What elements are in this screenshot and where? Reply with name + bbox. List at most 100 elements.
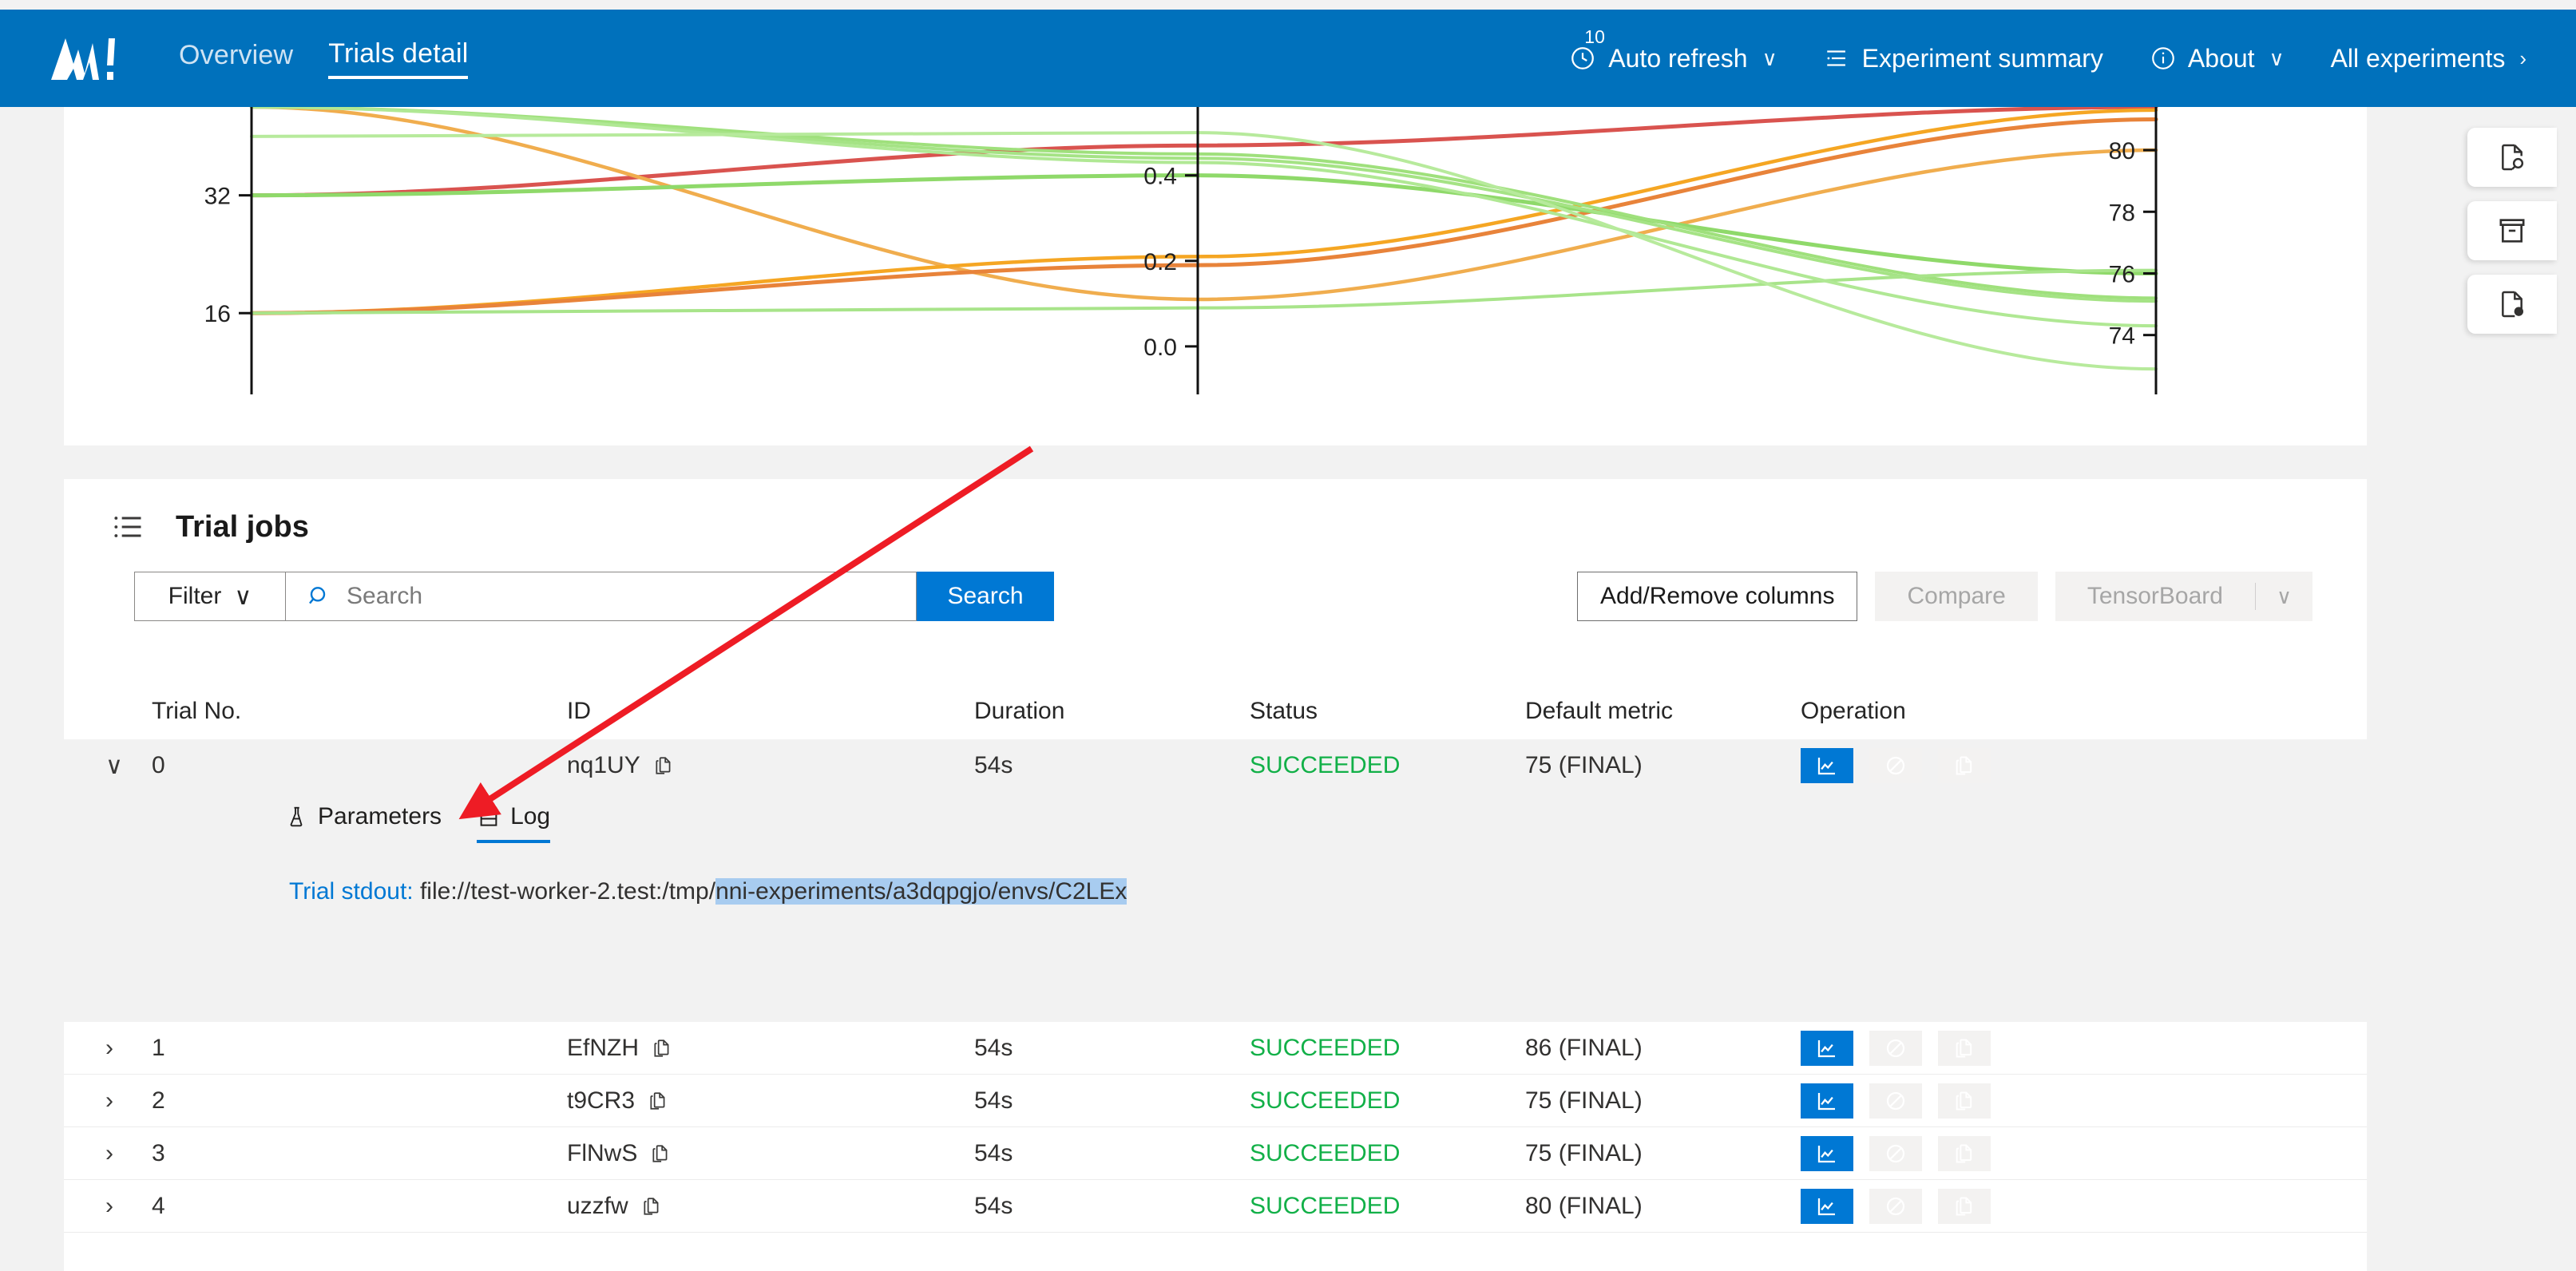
axis-tick-label: 16 [204, 301, 231, 327]
filter-button[interactable]: Filter ∨ [134, 572, 286, 621]
all-experiments-label: All experiments [2330, 43, 2506, 73]
search-box[interactable] [286, 572, 917, 621]
cell-id: t9CR3 [567, 1087, 974, 1115]
auto-refresh-label: Auto refresh [1608, 43, 1748, 73]
axis-tick-label: 80 [2109, 138, 2135, 164]
cell-id: uzzfw [567, 1193, 974, 1220]
cell-duration: 54s [974, 1087, 1013, 1114]
copy-icon[interactable] [641, 1196, 662, 1217]
axis-tick-label: 0.0 [1143, 335, 1177, 361]
chevron-right-icon: › [2519, 46, 2526, 70]
cell-trial-no: 2 [152, 1087, 165, 1114]
nav-link-trials-detail[interactable]: Trials detail [328, 38, 469, 79]
axis-tick-label: 32 [204, 184, 231, 210]
list-bullets-icon [110, 509, 145, 544]
column-header-default-metric[interactable]: Default metric [1525, 698, 1801, 725]
copy-trial-icon [1938, 1083, 1991, 1119]
trial-id-text: nq1UY [567, 752, 640, 778]
column-header-trial-no[interactable]: Trial No. [152, 698, 567, 725]
intermediate-result-icon[interactable] [1801, 1135, 1853, 1171]
filter-label: Filter [168, 583, 222, 609]
cell-operation [1801, 1135, 2248, 1171]
kill-trial-icon [1869, 1188, 1922, 1224]
table-row[interactable]: ∨ 0 nq1UY 54s SUCCEEDED 75 (FINAL) [64, 739, 2367, 792]
app-root: Overview Trials detail 10 Auto refresh ∨ [0, 0, 2576, 1271]
nni-logo[interactable] [50, 34, 129, 83]
copy-trial-icon [1938, 1188, 1991, 1224]
all-experiments-button[interactable]: All experiments › [2331, 44, 2526, 73]
auto-refresh-button[interactable]: 10 Auto refresh ∨ [1568, 26, 1777, 73]
copy-icon[interactable] [652, 1038, 672, 1059]
add-remove-columns-button[interactable]: Add/Remove columns [1577, 572, 1858, 621]
search-icon [307, 584, 332, 609]
table-row[interactable]: › 4 uzzfw 54s SUCCEEDED 80 (FINAL) [64, 1180, 2367, 1233]
tensorboard-button[interactable]: TensorBoard [2055, 572, 2255, 621]
column-header-operation[interactable]: Operation [1801, 698, 2248, 725]
archive-box-icon[interactable] [2467, 201, 2557, 260]
table-row[interactable]: › 2 t9CR3 54s SUCCEEDED 75 (FINAL) [64, 1075, 2367, 1127]
primary-nav: Overview Trials detail [179, 38, 469, 79]
column-header-duration[interactable]: Duration [974, 698, 1250, 725]
chevron-down-icon: ∨ [2269, 46, 2285, 70]
table-row[interactable]: › 3 FlNwS 54s SUCCEEDED 75 (FINAL) [64, 1127, 2367, 1180]
info-icon [2150, 45, 2177, 72]
cell-duration: 54s [974, 752, 1013, 778]
row-expand-toggle[interactable]: › [64, 1087, 152, 1115]
experiment-summary-button[interactable]: Experiment summary [1824, 44, 2103, 73]
nav-link-overview[interactable]: Overview [179, 40, 293, 77]
cell-operation [1801, 748, 2248, 783]
tab-log[interactable]: Log [477, 803, 551, 843]
copy-icon[interactable] [653, 755, 674, 776]
experiment-summary-label: Experiment summary [1861, 43, 2103, 73]
cell-default-metric: 86 (FINAL) [1525, 1034, 1643, 1061]
compare-button[interactable]: Compare [1875, 572, 2038, 621]
about-button[interactable]: About ∨ [2150, 44, 2285, 73]
trial-id-text: uzzfw [567, 1192, 628, 1219]
row-expand-toggle[interactable]: ∨ [64, 752, 152, 780]
cell-id: EfNZH [567, 1035, 974, 1062]
status-badge: SUCCEEDED [1250, 1139, 1401, 1166]
trial-detail-panel: Parameters Log Trial stdout: file://test… [64, 792, 2367, 1022]
document-record-icon[interactable] [2467, 275, 2557, 334]
cell-trial-no: 0 [152, 752, 165, 778]
cell-trial-no: 4 [152, 1192, 165, 1219]
tensorboard-split-button[interactable]: TensorBoard ∨ [2055, 572, 2312, 621]
cell-trial-no: 3 [152, 1139, 165, 1166]
search-button[interactable]: Search [917, 572, 1054, 621]
column-header-status[interactable]: Status [1250, 698, 1525, 725]
trial-stdout-path-selected: nni-experiments/a3dqpgjo/envs/C2LEx [715, 878, 1127, 905]
intermediate-result-icon[interactable] [1801, 1030, 1853, 1066]
trial-id-text: EfNZH [567, 1034, 639, 1061]
secondary-nav: 10 Auto refresh ∨ Experiment summary Abo… [1568, 26, 2526, 73]
copy-icon[interactable] [650, 1143, 671, 1164]
cell-default-metric: 75 (FINAL) [1525, 1139, 1643, 1166]
chart-line-trial-4[interactable] [249, 173, 2158, 275]
axis-tick-label: 0.4 [1143, 164, 1177, 190]
row-expand-toggle[interactable]: › [64, 1140, 152, 1167]
chart-line-trial-2[interactable] [249, 108, 2158, 315]
chevron-down-icon: ∨ [1762, 46, 1777, 70]
copy-icon[interactable] [648, 1091, 668, 1111]
intermediate-result-icon[interactable] [1801, 1083, 1853, 1119]
table-row[interactable]: › 1 EfNZH 54s SUCCEEDED 86 (FINAL) [64, 1022, 2367, 1075]
jobs-toolbar: Filter ∨ Search Add/Remove columns Compa… [64, 544, 2367, 621]
row-expand-toggle[interactable]: › [64, 1035, 152, 1062]
cell-default-metric: 80 (FINAL) [1525, 1192, 1643, 1219]
search-input[interactable] [347, 583, 858, 610]
cell-operation [1801, 1083, 2248, 1119]
list-icon [1824, 45, 1851, 72]
chevron-down-icon[interactable]: ∨ [2256, 584, 2312, 609]
axis-tick-label: 76 [2109, 261, 2135, 287]
row-expand-toggle[interactable]: › [64, 1193, 152, 1220]
tab-parameters[interactable]: Parameters [284, 803, 442, 843]
trial-stdout-link[interactable]: Trial stdout: [289, 878, 414, 905]
intermediate-result-icon[interactable] [1801, 1188, 1853, 1224]
column-header-id[interactable]: ID [567, 698, 974, 725]
parallel-coordinates-chart[interactable]: 16 32 0.0 0.2 0.4 74 76 78 80 [64, 107, 2367, 445]
log-window-icon [477, 805, 501, 829]
document-search-icon[interactable] [2467, 128, 2557, 187]
intermediate-result-icon[interactable] [1801, 748, 1853, 783]
page-title: Trial jobs [176, 509, 309, 544]
status-badge: SUCCEEDED [1250, 1087, 1401, 1114]
kill-trial-icon [1869, 1083, 1922, 1119]
